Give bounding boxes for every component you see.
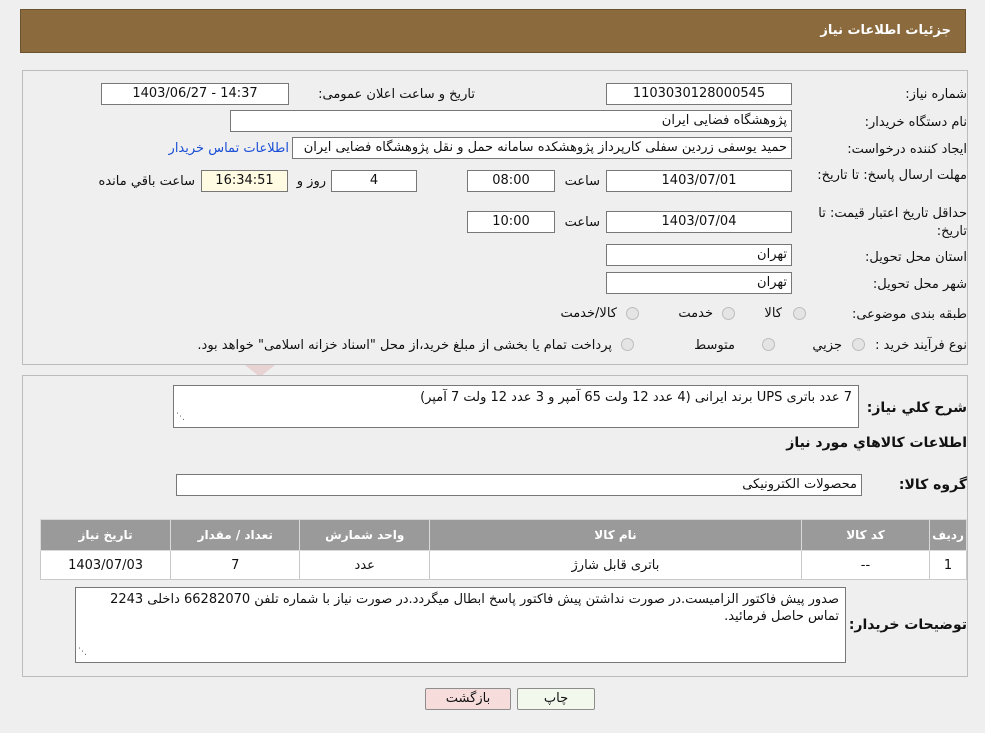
buyer-label: نام دستگاه خریدار: [864,115,967,130]
validity-date-field[interactable]: 1403/07/04 [606,211,792,233]
table-row[interactable]: 1 -- باتری قابل شارژ عدد 7 1403/07/03 [39,550,967,580]
process-option-medium: متوسط [694,338,735,353]
cell-qty: 7 [170,550,301,580]
resize-grip-icon[interactable]: ⋰ [78,644,87,661]
cell-unit: عدد [299,550,431,580]
deadline-label: مهلت ارسال پاسخ: تا تاریخ: [817,168,967,183]
description-textarea[interactable]: 7 عدد باتری UPS برند ایرانی (4 عدد 12 ول… [173,385,859,428]
col-unit: واحد شمارش [299,519,431,551]
back-button[interactable]: بازگشت [425,688,511,710]
goods-table: رديف کد کالا نام کالا واحد شمارش تعداد /… [39,519,967,580]
category-radio-goods[interactable] [793,307,806,320]
print-button[interactable]: چاپ [517,688,595,710]
process-radio-minor[interactable] [852,338,865,351]
category-radio-service[interactable] [722,307,735,320]
goods-info-title: اطلاعات کالاهاي مورد نياز [786,435,967,451]
cell-row: 1 [929,550,967,580]
remaining-label: ساعت باقي مانده [98,174,195,189]
resize-grip-icon[interactable]: ⋰ [176,409,185,426]
goods-table-header: رديف کد کالا نام کالا واحد شمارش تعداد /… [39,519,967,551]
buyer-notes-label: توضيحات خريدار: [848,617,967,633]
deadline-date-field[interactable]: 1403/07/01 [606,170,792,192]
validity-time-label: ساعت [564,215,600,230]
deadline-time-label: ساعت [564,174,600,189]
col-row: رديف [929,519,967,551]
page-header: جزئیات اطلاعات نیاز [20,9,966,53]
validity-label: حداقل تاریخ اعتبار قیمت: تا تاریخ: [818,206,967,239]
need-number-label: شماره نیاز: [905,87,967,102]
col-code: کد کالا [800,519,931,551]
process-radio-medium[interactable] [762,338,775,351]
days-field[interactable]: 4 [331,170,417,192]
cell-code: -- [800,550,931,580]
cell-name: باتری قابل شارژ [429,550,802,580]
announce-label: تاریخ و ساعت اعلان عمومی: [318,87,475,102]
buyer-contact-link[interactable]: اطلاعات تماس خریدار [169,141,289,156]
city-field[interactable]: تهران [606,272,792,294]
days-label: روز و [296,174,326,189]
buyer-field[interactable]: پژوهشگاه فضایی ایران [230,110,792,132]
process-label: نوع فرآیند خرید : [875,338,967,353]
need-number-field[interactable]: 1103030128000545 [606,83,792,105]
city-label: شهر محل تحویل: [872,277,967,292]
category-option-goods-service: کالا/خدمت [560,306,617,321]
description-label: شرح کلي نياز: [866,400,967,416]
col-qty: تعداد / مقدار [170,519,301,551]
process-option-minor: جزیي [812,338,842,353]
col-name: نام کالا [429,519,802,551]
goods-group-label: گروه کالا: [898,477,967,493]
category-radio-goods-service[interactable] [626,307,639,320]
treasury-checkbox[interactable] [621,338,634,351]
process-note: پرداخت تمام یا بخشی از مبلغ خرید،از محل … [197,338,612,353]
page-title: جزئیات اطلاعات نیاز [820,23,951,38]
category-option-goods: کالا [764,306,782,321]
category-label: طبقه بندی موضوعی: [851,307,967,322]
creator-field[interactable]: حمید یوسفی زردین سفلی کارپرداز پژوهشکده … [292,137,792,159]
province-field[interactable]: تهران [606,244,792,266]
province-label: استان محل تحویل: [865,250,967,265]
creator-label: ایجاد کننده درخواست: [847,142,967,157]
goods-group-field[interactable]: محصولات الکترونیکی [176,474,862,496]
remaining-time-field: 16:34:51 [201,170,288,192]
validity-time-field[interactable]: 10:00 [467,211,555,233]
col-date: تاريخ نياز [39,519,172,551]
cell-date: 1403/07/03 [39,550,172,580]
announce-field[interactable]: 1403/06/27 - 14:37 [101,83,289,105]
buyer-notes-textarea[interactable]: صدور پیش فاکتور الزامیست.در صورت نداشتن … [75,587,846,663]
category-option-service: خدمت [678,306,713,321]
deadline-time-field[interactable]: 08:00 [467,170,555,192]
